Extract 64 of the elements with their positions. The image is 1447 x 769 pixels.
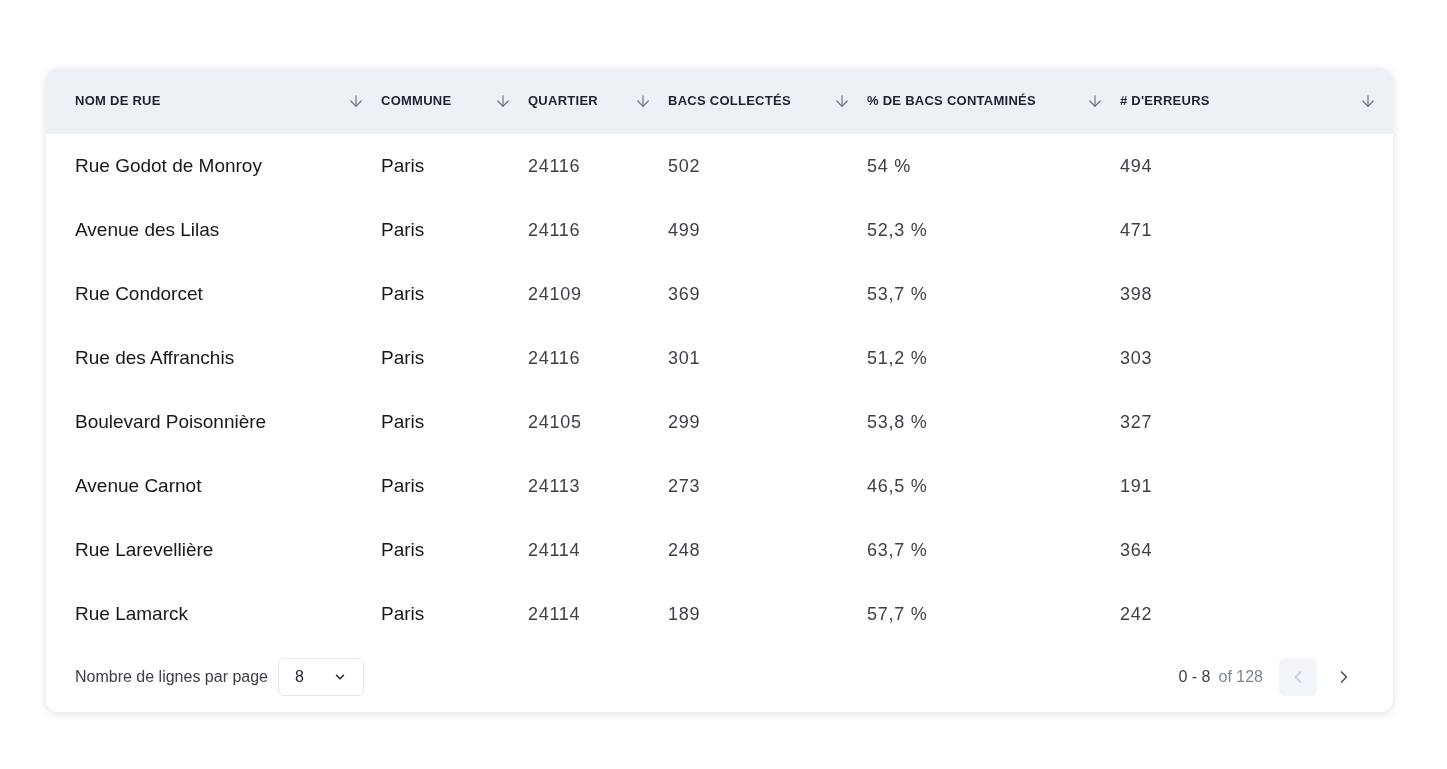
table-cell-text: Rue Larevellière [75, 537, 215, 562]
table-cell-text: 273 [668, 474, 702, 498]
table-cell-text: 46,5 % [867, 474, 929, 498]
table-cell-text: Paris [381, 345, 426, 370]
table-cell-text: 369 [668, 282, 702, 306]
sort-arrow-icon[interactable] [833, 92, 851, 110]
column-header[interactable]: QUARTIER [528, 91, 598, 111]
table-cell-text: 53,7 % [867, 282, 929, 306]
table-cell-text: 398 [1120, 282, 1154, 306]
table-cell-text: Paris [381, 409, 426, 434]
table-cell-text: 189 [668, 602, 702, 626]
table-cell-text: Paris [381, 217, 426, 242]
column-header[interactable]: BACS COLLECTÉS [668, 91, 791, 111]
table-cell-text: Avenue Carnot [75, 473, 203, 498]
table-cell-text: 499 [668, 218, 702, 242]
table-cell-text: 24116 [528, 218, 582, 242]
table-cell-text: Boulevard Poisonnière [75, 409, 268, 434]
table-cell-text: 52,3 % [867, 218, 929, 242]
table-cell-text: Paris [381, 537, 426, 562]
table-cell-text: Rue Condorcet [75, 281, 204, 306]
table-cell-text: 494 [1120, 154, 1154, 178]
table-cell-text: 63,7 % [867, 538, 929, 562]
table-cell-text: 471 [1120, 218, 1154, 242]
sort-arrow-icon[interactable] [634, 92, 652, 110]
column-header[interactable]: % DE BACS CONTAMINÉS [867, 91, 1036, 111]
sort-arrow-icon[interactable] [1086, 92, 1104, 110]
sort-arrow-icon[interactable] [1359, 92, 1377, 110]
table-cell-text: 53,8 % [867, 410, 929, 434]
table-cell-text: 301 [668, 346, 702, 370]
table-cell-text: 24116 [528, 154, 582, 178]
table-cell-text: 57,7 % [867, 602, 929, 626]
table-cell-text: 299 [668, 410, 702, 434]
table-cell-text: 364 [1120, 538, 1154, 562]
table-cell-text: Avenue des Lilas [75, 217, 221, 242]
table-cell-text: 191 [1120, 474, 1154, 498]
column-header[interactable]: # D'ERREURS [1120, 91, 1210, 111]
table-cell-text: 24114 [528, 538, 582, 562]
table-cell-text: 24116 [528, 346, 582, 370]
table-cell-text: 24109 [528, 282, 583, 306]
table-cell-text: Paris [381, 281, 426, 306]
table-cell-text: 54 % [867, 154, 912, 178]
total-count: of 128 [1218, 667, 1263, 687]
sort-arrow-icon[interactable] [347, 92, 365, 110]
table-cell-text: 51,2 % [867, 346, 929, 370]
table-cell-text: Rue Lamarck [75, 601, 189, 626]
table-cell-text: 248 [668, 538, 702, 562]
table-cell-text: Rue Godot de Monroy [75, 153, 263, 178]
table-cell-text: Paris [381, 153, 426, 178]
sort-arrow-icon[interactable] [494, 92, 512, 110]
column-header[interactable]: NOM DE RUE [75, 91, 161, 111]
table-cell-text: 502 [668, 154, 702, 178]
table-cell-text: 242 [1120, 602, 1154, 626]
column-header[interactable]: COMMUNE [381, 91, 452, 111]
table-cell-text: 327 [1120, 410, 1154, 434]
table-cell-text: 303 [1120, 346, 1154, 370]
table-cell-text: 24113 [528, 474, 582, 498]
table-cell-text: Rue des Affranchis [75, 345, 236, 370]
rows-per-page-select[interactable]: 8 [278, 658, 364, 696]
table-cell-text: Paris [381, 473, 426, 498]
table-cell-text: 24105 [528, 410, 583, 434]
table-cell-text: 24114 [528, 602, 582, 626]
rows-per-page-label: Nombre de lignes par page [75, 667, 268, 687]
table-cell-text: Paris [381, 601, 426, 626]
page-range: 0 - 8 [1178, 667, 1211, 687]
